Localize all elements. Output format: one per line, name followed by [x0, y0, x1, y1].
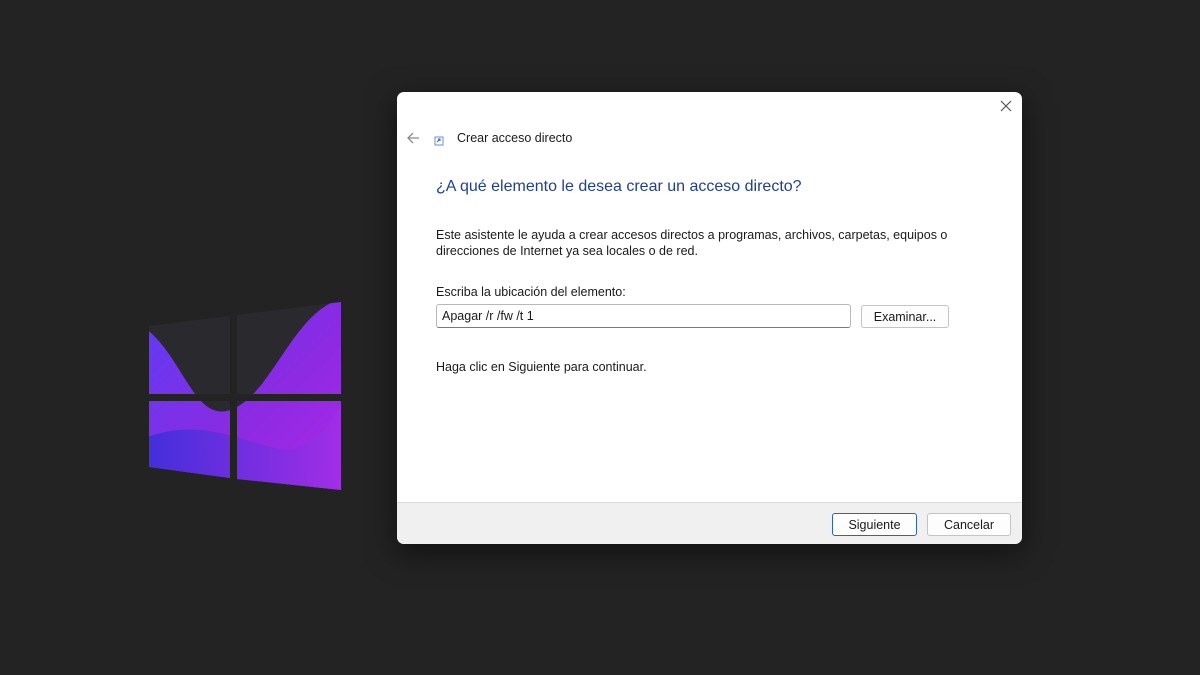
page-title: ¿A qué elemento le desea crear un acceso… [436, 178, 802, 195]
location-label: Escriba la ubicación del elemento: [436, 285, 626, 299]
close-icon[interactable] [998, 98, 1014, 114]
back-arrow-icon[interactable] [405, 130, 421, 146]
cancel-button[interactable]: Cancelar [927, 513, 1011, 536]
browse-button[interactable]: Examinar... [861, 305, 949, 328]
create-shortcut-dialog: Crear acceso directo ¿A qué elemento le … [397, 92, 1022, 544]
dialog-header: Crear acceso directo [405, 128, 572, 148]
next-button[interactable]: Siguiente [832, 513, 917, 536]
header-title: Crear acceso directo [457, 131, 573, 145]
shortcut-wizard-icon [434, 136, 444, 145]
location-input[interactable] [436, 304, 851, 328]
windows-logo-icon [149, 302, 341, 490]
continue-hint: Haga clic en Siguiente para continuar. [436, 360, 647, 374]
dialog-footer: Siguiente Cancelar [397, 502, 1022, 544]
wizard-description: Este asistente le ayuda a crear accesos … [436, 228, 948, 258]
